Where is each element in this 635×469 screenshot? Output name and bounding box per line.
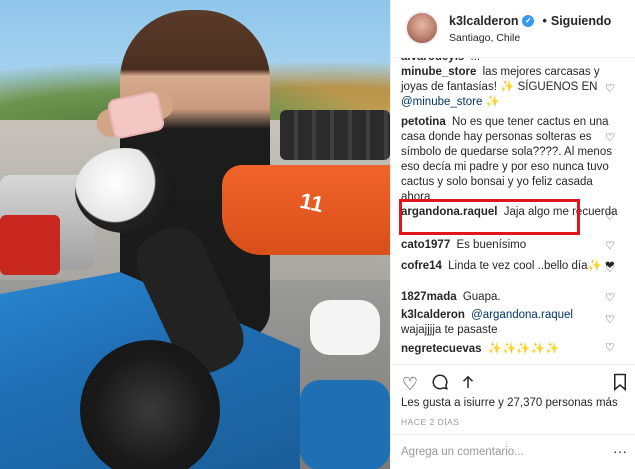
likes-count[interactable]: Les gusta a isiurre y 27,370 personas má…: [401, 397, 618, 409]
location-link[interactable]: Santiago, Chile: [449, 32, 520, 44]
comment-text: Es buenísimo: [456, 239, 527, 251]
comment-like-heart-icon[interactable]: ♡: [605, 82, 617, 95]
photo-engine-red: [0, 215, 60, 275]
comment-like-heart-icon[interactable]: ♡: [605, 313, 617, 326]
comment-like-heart-icon[interactable]: ♡: [605, 262, 617, 275]
comment-username[interactable]: 1827mada: [401, 291, 457, 303]
comments-list[interactable]: alvarodeyis ... minube_store las mejores…: [391, 58, 635, 364]
comment-mention[interactable]: @argandona.raquel: [471, 309, 573, 321]
comment-username[interactable]: negretecuevas: [401, 343, 482, 355]
comment-like-heart-icon[interactable]: ♡: [605, 131, 617, 144]
comment-mention[interactable]: @minube_store: [401, 96, 482, 108]
photo-tire-wall: [280, 110, 390, 160]
avatar[interactable]: [405, 11, 439, 45]
share-icon-svg: [462, 375, 474, 388]
comment-icon-svg: [432, 374, 448, 390]
header-user-row: k3lcalderon ✓ • Siguiendo: [449, 14, 611, 28]
comment-item: alvarodeyis ...: [401, 58, 621, 65]
comment-item: k3lcalderon @argandona.raquel wajajjjja …: [401, 308, 621, 338]
photo-wheel: [80, 340, 220, 469]
comment-username[interactable]: cofre14: [401, 260, 442, 272]
post-header: k3lcalderon ✓ • Siguiendo Santiago, Chil…: [391, 0, 635, 58]
comment-text: ✨✨✨✨✨: [487, 343, 560, 355]
add-comment-bar: ···: [391, 434, 635, 469]
bookmark-icon[interactable]: [609, 373, 631, 395]
comment-like-heart-icon[interactable]: ♡: [605, 239, 617, 252]
more-options-icon[interactable]: ···: [613, 443, 627, 459]
comment-text: Guapa.: [462, 291, 501, 303]
comment-text: Linda te vez cool ..bello día✨ ❤: [448, 260, 615, 272]
comment-username[interactable]: cato1977: [401, 239, 450, 251]
comment-item: 1827mada Guapa.: [401, 290, 621, 305]
comment-like-heart-icon[interactable]: ♡: [605, 341, 617, 354]
heart-icon[interactable]: ♡: [399, 373, 421, 395]
post-timestamp[interactable]: HACE 2 DÍAS: [401, 417, 459, 427]
following-button[interactable]: Siguiendo: [551, 14, 611, 28]
comment-text: ...: [471, 58, 481, 63]
verified-badge-icon: ✓: [522, 15, 535, 27]
comment-text: No es que tener cactus en una casa donde…: [401, 116, 612, 203]
comment-item: minube_store las mejores carcasas y joya…: [401, 65, 621, 110]
comment-username[interactable]: petotina: [401, 116, 446, 128]
photo-kart-side: [300, 380, 390, 469]
comment-username[interactable]: k3lcalderon: [401, 309, 465, 321]
post-sidebar: k3lcalderon ✓ • Siguiendo Santiago, Chil…: [390, 0, 635, 469]
comment-username[interactable]: alvarodeyis: [401, 58, 464, 63]
comment-item: cato1977 Es buenísimo: [401, 238, 621, 253]
separator-dot: •: [542, 14, 547, 28]
post-photo[interactable]: 11: [0, 0, 390, 469]
username-link[interactable]: k3lcalderon: [449, 14, 518, 28]
comment-like-heart-icon[interactable]: ♡: [605, 210, 617, 223]
action-bar: ♡: [391, 364, 635, 400]
photo-shoe: [310, 300, 380, 355]
photo-helmet: [75, 148, 175, 233]
bookmark-icon-svg: [614, 373, 626, 392]
comment-item: negretecuevas ✨✨✨✨✨: [401, 342, 621, 357]
comment-icon[interactable]: [429, 373, 451, 395]
comment-tail: ✨: [485, 96, 500, 108]
comment-item: petotina No es que tener cactus en una c…: [401, 115, 621, 205]
add-comment-input[interactable]: [401, 446, 601, 458]
comment-username[interactable]: minube_store: [401, 66, 476, 78]
comment-text: wajajjjja te pasaste: [401, 324, 498, 336]
highlight-box: [399, 199, 580, 235]
comment-item: cofre14 Linda te vez cool ..bello día✨ ❤: [401, 259, 621, 274]
share-icon[interactable]: [457, 373, 479, 395]
comment-like-heart-icon[interactable]: ♡: [605, 291, 617, 304]
